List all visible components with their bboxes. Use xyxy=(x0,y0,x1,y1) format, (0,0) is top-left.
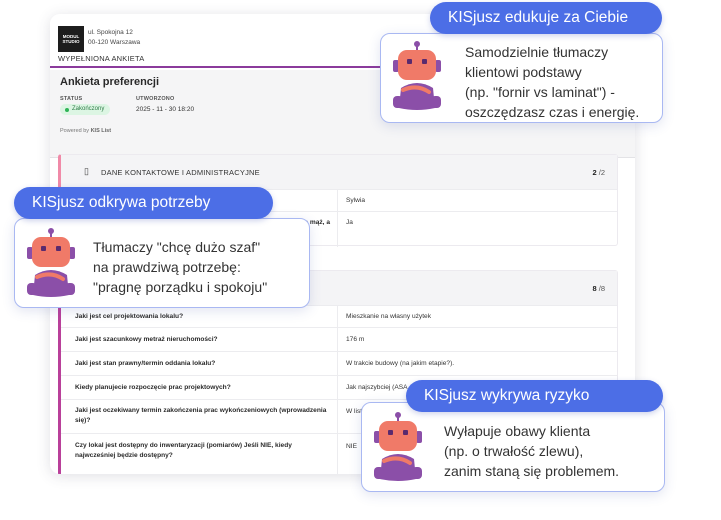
risk-callout-text: Wyłapuje obawy klienta (np. o trwałość z… xyxy=(444,421,619,481)
education-callout-title: KISjusz edukuje za Ciebie xyxy=(430,2,662,34)
section-header[interactable]: ▯ DANE KONTAKTOWE I ADMINISTRACYJNE 2 /2 xyxy=(61,155,617,189)
question-text: Jaki jest stan prawny/termin oddania lok… xyxy=(75,360,216,367)
robot-icon xyxy=(374,412,422,481)
document-icon: ▯ xyxy=(84,166,89,176)
survey-title: Ankieta preferencji xyxy=(60,76,160,88)
status-badge: Zakończony xyxy=(60,104,111,115)
risk-callout-card: Wyłapuje obawy klienta (np. o trwałość z… xyxy=(361,402,665,492)
powered-by-brand: KIS List xyxy=(90,128,112,134)
answer-text: Mieszkanie na własny użytek xyxy=(346,313,432,320)
text-line: oszczędzasz czas i energię. xyxy=(465,104,640,120)
answer-text: W trakcie budowy (na jakim etapie?). xyxy=(346,360,455,367)
text-line: na prawdziwą potrzebę: xyxy=(93,259,241,275)
text-line: Tłumaczy "chcę dużo szaf" xyxy=(93,239,261,255)
needs-callout-title: KISjusz odkrywa potrzeby xyxy=(14,187,273,219)
section-progress-done: 8 xyxy=(592,284,597,293)
text-line: zanim staną się problemem. xyxy=(444,463,620,479)
question-text: Jaki jest szacunkowy metraż nieruchomośc… xyxy=(75,336,218,343)
filled-survey-label: WYPEŁNIONA ANKIETA xyxy=(58,54,145,63)
table-row: Jaki jest szacunkowy metraż nieruchomośc… xyxy=(61,327,617,351)
text-line: (np. o trwałość zlewu), xyxy=(444,443,584,459)
table-row: Jaki jest cel projektowania lokalu? Mies… xyxy=(61,305,617,327)
needs-callout-text: Tłumaczy "chcę dużo szaf" na prawdziwą p… xyxy=(93,237,267,297)
answer-text: Sylwia xyxy=(346,197,366,204)
education-callout-card: Samodzielnie tłumaczy klientowi podstawy… xyxy=(380,33,663,123)
created-label: UTWORZONO xyxy=(136,96,175,102)
risk-callout-title: KISjusz wykrywa ryzyko xyxy=(406,380,663,412)
section-progress-total: /8 xyxy=(598,284,605,293)
table-row: Jaki jest stan prawny/termin oddania lok… xyxy=(61,351,617,375)
text-line: Wyłapuje obawy klienta xyxy=(444,423,591,439)
robot-icon xyxy=(393,41,441,110)
studio-address: ul. Spokojna 12 00-120 Warszawa xyxy=(88,28,140,48)
question-text: Jaki jest cel projektowania lokalu? xyxy=(75,313,184,320)
answer-text: 176 m xyxy=(346,336,365,343)
status-label: STATUS xyxy=(60,96,83,102)
address-street: ul. Spokojna 12 xyxy=(88,29,133,36)
needs-callout-card: Tłumaczy "chcę dużo szaf" na prawdziwą p… xyxy=(14,218,310,308)
question-text: Czy lokal jest dostępny do inwentaryzacj… xyxy=(75,442,292,459)
question-text: Kiedy planujecie rozpoczęcie prac projek… xyxy=(75,384,231,391)
text-line: klientowi podstawy xyxy=(465,64,582,80)
text-line: (np. "fornir vs laminat") - xyxy=(465,84,615,100)
address-city: 00-120 Warszawa xyxy=(88,39,141,46)
logo-line2: STUDIO xyxy=(62,39,80,44)
section-title: DANE KONTAKTOWE I ADMINISTRACYJNE xyxy=(101,168,260,177)
section-progress-done: 2 xyxy=(592,168,597,177)
text-line: Samodzielnie tłumaczy xyxy=(465,44,609,60)
section-progress: 8 /8 xyxy=(592,284,605,293)
question-text: Jaki jest oczekiwany termin zakończenia … xyxy=(75,407,327,424)
created-date: 2025 - 11 - 30 18:20 xyxy=(136,106,195,113)
powered-by: Powered by KIS List xyxy=(60,128,111,134)
robot-icon xyxy=(27,228,75,297)
answer-text: Ja xyxy=(346,219,353,226)
powered-by-text: Powered by xyxy=(60,128,90,134)
section-progress-total: /2 xyxy=(598,168,605,177)
text-line: "pragnę porządku i spokoju" xyxy=(93,279,268,295)
education-callout-text: Samodzielnie tłumaczy klientowi podstawy… xyxy=(465,42,639,122)
studio-logo: MODUL STUDIO xyxy=(58,26,84,52)
section-progress: 2 /2 xyxy=(592,168,605,177)
